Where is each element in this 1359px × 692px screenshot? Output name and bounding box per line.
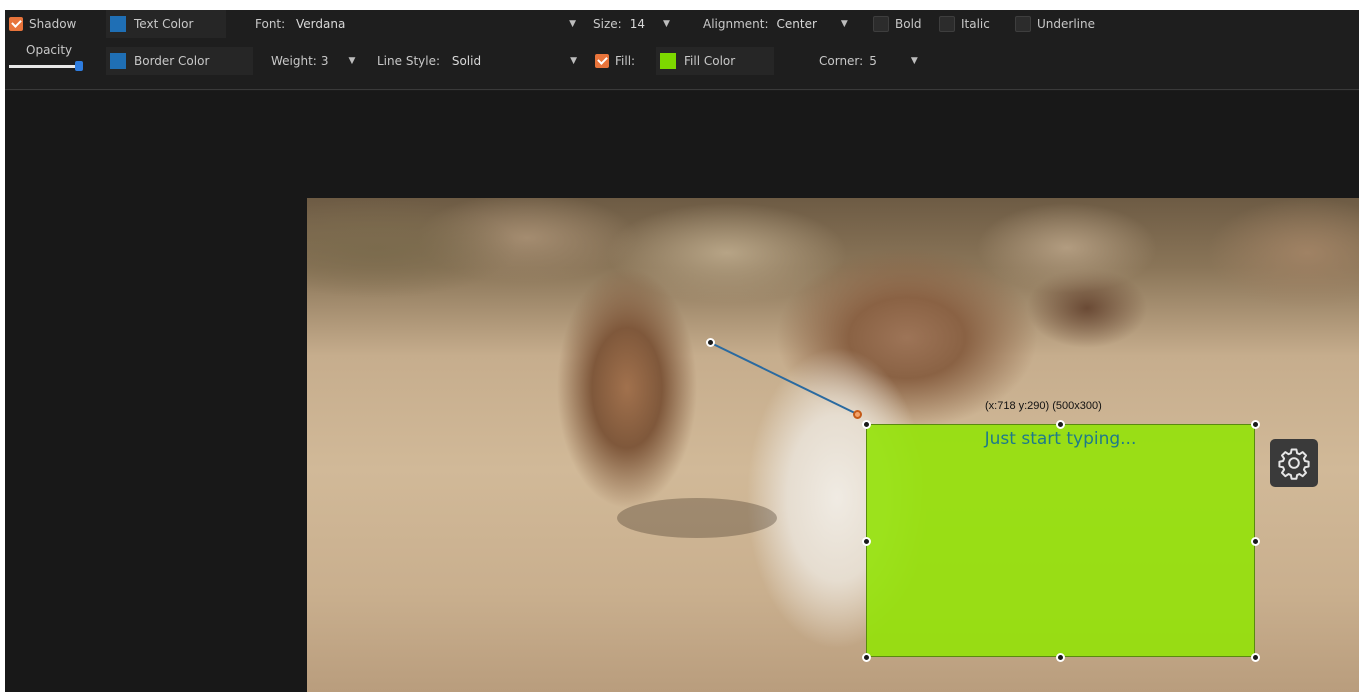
line-style-select[interactable]: Line Style: Solid ▼ <box>377 47 577 75</box>
fill-label: Fill: <box>615 54 636 68</box>
bold-label: Bold <box>895 17 922 31</box>
border-color-swatch <box>110 53 126 69</box>
text-box-placeholder: Just start typing... <box>984 429 1137 449</box>
chevron-down-icon: ▼ <box>570 56 577 66</box>
chevron-down-icon: ▼ <box>910 56 918 66</box>
shadow-label: Shadow <box>29 17 77 31</box>
underline-label: Underline <box>1037 17 1095 31</box>
opacity-label: Opacity <box>26 43 73 57</box>
border-color-button[interactable]: Border Color <box>106 47 253 75</box>
text-color-button[interactable]: Text Color <box>106 10 226 38</box>
shadow-check-icon <box>9 17 23 31</box>
weight-value: 3 <box>320 54 329 68</box>
italic-check-icon <box>939 16 955 32</box>
text-box-annotation[interactable]: Just start typing... <box>866 424 1255 657</box>
corner-select[interactable]: Corner: 5 ▼ <box>819 47 929 75</box>
size-label: Size: <box>593 17 622 31</box>
text-color-swatch <box>110 16 126 32</box>
chevron-down-icon: ▼ <box>348 56 356 66</box>
toolbar-row-text: Shadow Text Color Font: Verdana ▼ Size: … <box>5 10 1359 42</box>
connector-end-handle[interactable] <box>853 410 862 419</box>
position-size-readout: (x:718 y:290) (500x300) <box>985 400 1102 412</box>
alignment-value: Center <box>776 17 817 31</box>
toolbar-row-shape: Opacity Border Color Weight: 3 ▼ Line St… <box>5 43 1359 79</box>
alignment-select[interactable]: Alignment: Center ▼ <box>703 10 853 38</box>
underline-checkbox[interactable]: Underline <box>1015 10 1095 38</box>
bold-checkbox[interactable]: Bold <box>873 10 922 38</box>
border-color-label: Border Color <box>134 54 210 68</box>
connector-start-handle[interactable] <box>706 338 715 347</box>
italic-checkbox[interactable]: Italic <box>939 10 990 38</box>
bold-check-icon <box>873 16 889 32</box>
alignment-label: Alignment: <box>703 17 769 31</box>
opacity-slider-handle[interactable] <box>75 61 83 71</box>
font-value: Verdana <box>296 17 346 31</box>
size-select[interactable]: Size: 14 ▼ <box>593 10 683 38</box>
opacity-slider[interactable]: Opacity <box>5 43 89 75</box>
resize-handle-bottom-left[interactable] <box>862 653 871 662</box>
weight-select[interactable]: Weight: 3 ▼ <box>271 47 363 75</box>
resize-handle-right[interactable] <box>1251 537 1260 546</box>
line-style-label: Line Style: <box>377 54 441 68</box>
settings-button[interactable] <box>1270 439 1318 487</box>
fill-color-swatch <box>660 53 676 69</box>
resize-handle-bottom[interactable] <box>1056 653 1065 662</box>
resize-handle-top-left[interactable] <box>862 420 871 429</box>
toolbar: Shadow Text Color Font: Verdana ▼ Size: … <box>5 10 1359 90</box>
gear-icon <box>1278 448 1310 480</box>
font-label: Font: <box>255 17 286 31</box>
fill-checkbox[interactable]: Fill: <box>595 47 635 75</box>
italic-label: Italic <box>961 17 990 31</box>
chevron-down-icon: ▼ <box>569 19 576 29</box>
line-style-value: Solid <box>451 54 482 68</box>
resize-handle-top[interactable] <box>1056 420 1065 429</box>
resize-handle-top-right[interactable] <box>1251 420 1260 429</box>
size-value: 14 <box>629 17 645 31</box>
fill-color-button[interactable]: Fill Color <box>656 47 774 75</box>
resize-handle-bottom-right[interactable] <box>1251 653 1260 662</box>
fill-color-label: Fill Color <box>684 54 736 68</box>
corner-value: 5 <box>869 54 877 68</box>
corner-label: Corner: <box>819 54 864 68</box>
photo-shadow <box>617 498 777 538</box>
underline-check-icon <box>1015 16 1031 32</box>
chevron-down-icon: ▼ <box>662 19 670 29</box>
text-color-label: Text Color <box>134 17 194 31</box>
chevron-down-icon: ▼ <box>840 19 848 29</box>
shadow-checkbox[interactable]: Shadow <box>9 10 76 38</box>
opacity-slider-track <box>9 65 79 68</box>
font-label-group: Font: <box>255 10 285 38</box>
fill-check-icon <box>595 54 609 68</box>
weight-label: Weight: <box>271 54 317 68</box>
resize-handle-left[interactable] <box>862 537 871 546</box>
font-select[interactable]: Verdana ▼ <box>288 10 576 38</box>
